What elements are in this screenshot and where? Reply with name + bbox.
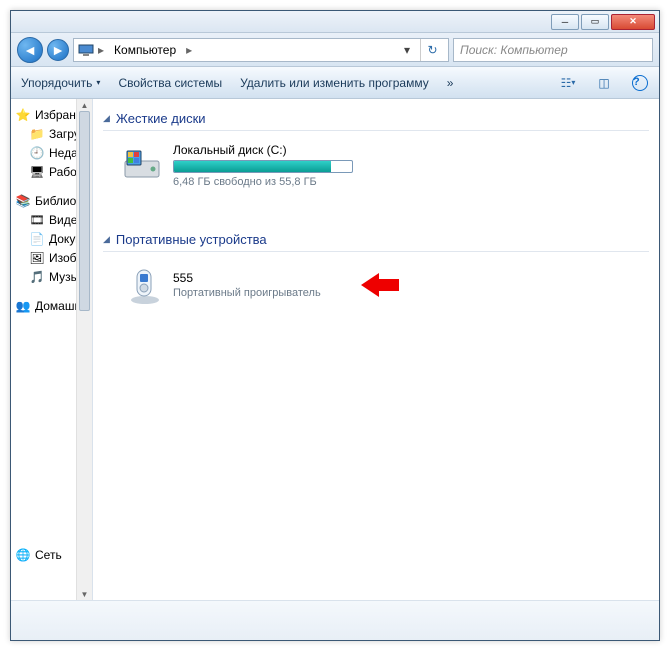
collapse-icon[interactable]: ◢ [103,234,110,245]
nav-scrollbar[interactable]: ▲ ▼ [76,99,92,600]
help-button[interactable]: ? [629,72,651,94]
overflow-button[interactable]: » [445,72,456,94]
drive-c[interactable]: Локальный диск (C:) 6,48 ГБ свободно из … [103,139,649,192]
music-icon: 🎵 [29,269,45,285]
back-button[interactable]: ◄ [17,37,43,63]
command-bar: Упорядочить Свойства системы Удалить или… [11,67,659,99]
chevron-right-icon: ▸ [186,43,192,57]
portable-player-icon [121,264,163,306]
drive-c-name: Локальный диск (C:) [173,143,383,157]
help-icon: ? [632,75,648,91]
arrow-left-icon: ◄ [23,42,37,58]
portable-device-555[interactable]: 555 Портативный проигрыватель [103,260,649,310]
refresh-icon: ↻ [427,43,437,57]
document-icon: 📄 [29,231,45,247]
breadcrumb-computer[interactable]: Компьютер [108,41,182,59]
drive-c-stats: 6,48 ГБ свободно из 55,8 ГБ [173,176,383,188]
breadcrumb[interactable]: ▸ Компьютер ▸ ▾ ↻ [73,38,449,62]
refresh-button[interactable]: ↻ [420,39,444,61]
folder-icon: 📁 [29,126,45,142]
search-input[interactable]: Поиск: Компьютер [453,38,653,62]
uninstall-program-button[interactable]: Удалить или изменить программу [238,72,431,94]
group-hard-drives[interactable]: ◢ Жесткие диски [103,111,649,131]
scroll-up-icon[interactable]: ▲ [77,99,92,111]
close-button[interactable]: ✕ [611,14,655,30]
forward-button[interactable]: ► [47,39,69,61]
device-name: 555 [173,271,321,285]
maximize-button[interactable]: ▭ [581,14,609,30]
collapse-icon[interactable]: ◢ [103,113,110,124]
organize-button[interactable]: Упорядочить [19,72,102,94]
computer-icon [78,42,94,58]
device-type: Портативный проигрыватель [173,287,321,299]
preview-pane-button[interactable]: ◫ [593,72,615,94]
chevron-right-icon: ▸ [98,43,104,57]
view-options-button[interactable]: ☷▾ [557,72,579,94]
drive-c-capacity-bar [173,160,353,173]
navigation-pane[interactable]: ⭐ Избранное 📁 Загрузки 🕘 Недавние места … [11,99,93,600]
preview-pane-icon: ◫ [598,76,609,90]
details-pane [11,600,659,640]
video-icon: 🎞 [29,212,45,228]
view-icon: ☷ [561,76,572,90]
address-bar: ◄ ► ▸ Компьютер ▸ ▾ ↻ Поиск: Компьютер [11,33,659,67]
explorer-window: ─ ▭ ✕ ◄ ► ▸ Компьютер ▸ ▾ ↻ Поиск: Компь… [10,10,660,641]
content-pane[interactable]: ◢ Жесткие диски Локальный д [93,99,659,600]
search-placeholder: Поиск: Компьютер [460,43,568,57]
homegroup-icon: 👥 [15,298,31,314]
red-arrow-annotation [361,273,399,297]
scroll-thumb[interactable] [79,111,90,311]
recent-icon: 🕘 [29,145,45,161]
picture-icon: 🖼 [29,250,45,266]
desktop-icon: 🖥 [29,164,45,180]
arrow-right-icon: ► [51,42,65,58]
minimize-button[interactable]: ─ [551,14,579,30]
scroll-down-icon[interactable]: ▼ [77,588,92,600]
body: ⭐ Избранное 📁 Загрузки 🕘 Недавние места … [11,99,659,600]
libraries-icon: 📚 [15,193,31,209]
network-icon: 🌐 [15,547,31,563]
hard-drive-icon [121,143,163,185]
address-dropdown-button[interactable]: ▾ [398,39,416,61]
group-portable-devices[interactable]: ◢ Портативные устройства [103,232,649,252]
star-icon: ⭐ [15,107,31,123]
system-properties-button[interactable]: Свойства системы [116,72,224,94]
titlebar[interactable]: ─ ▭ ✕ [11,11,659,33]
